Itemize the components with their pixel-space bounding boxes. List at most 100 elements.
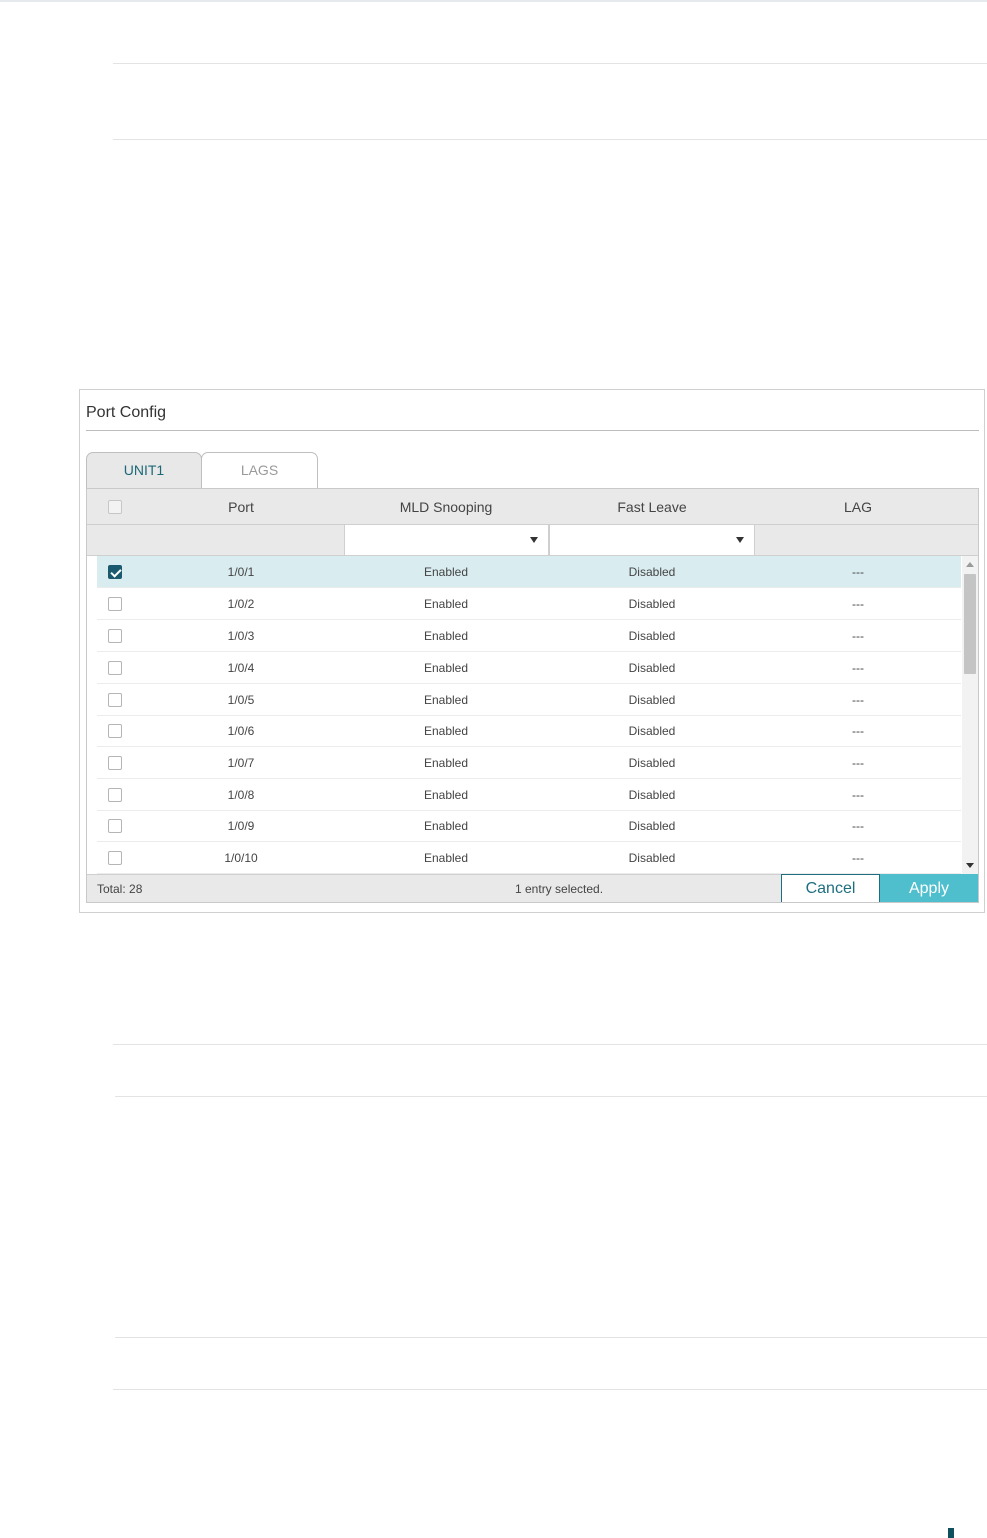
filter-row (87, 525, 978, 556)
select-all-checkbox-icon[interactable] (108, 499, 122, 514)
checkbox-icon[interactable] (108, 628, 122, 643)
row-checkbox-cell[interactable] (97, 556, 143, 587)
mld-snooping-cell: Enabled (423, 787, 469, 802)
checkbox-icon[interactable] (108, 596, 122, 611)
lag-cell: --- (852, 787, 864, 802)
mld-snooping-cell: Enabled (423, 818, 469, 833)
lag-cell: --- (852, 850, 864, 865)
port-cell: 1/0/10 (224, 850, 258, 865)
table-row[interactable]: 1/0/9 Enabled Disabled --- (97, 810, 961, 842)
top-divider (0, 0, 987, 2)
fast-leave-cell: Disabled (628, 564, 676, 579)
fast-leave-cell: Disabled (628, 755, 676, 770)
title-divider (86, 430, 979, 431)
divider-line (113, 1044, 987, 1045)
table-row[interactable]: 1/0/10 Enabled Disabled --- (97, 842, 961, 874)
lag-cell: --- (852, 755, 864, 770)
chevron-down-icon (530, 537, 538, 543)
column-header-mld-snooping: MLD Snooping (399, 498, 493, 515)
fast-leave-cell: Disabled (628, 596, 676, 611)
checkbox-icon[interactable] (108, 850, 122, 865)
table-row[interactable]: 1/0/4 Enabled Disabled --- (97, 652, 961, 684)
checkbox-icon[interactable] (108, 818, 122, 833)
scrollbar-thumb[interactable] (964, 574, 976, 674)
port-cell: 1/0/3 (227, 628, 255, 643)
fast-leave-cell: Disabled (628, 787, 676, 802)
tab-lags[interactable]: LAGS (201, 452, 318, 488)
port-cell: 1/0/4 (227, 660, 255, 675)
row-checkbox-cell[interactable] (97, 715, 143, 746)
mld-snooping-filter-select[interactable] (344, 525, 549, 555)
checkbox-icon[interactable] (108, 755, 122, 770)
divider-line (115, 1337, 987, 1338)
mld-snooping-cell: Enabled (423, 692, 469, 707)
fast-leave-cell: Disabled (628, 850, 676, 865)
divider-line (115, 1096, 987, 1097)
checkbox-checked-icon[interactable] (108, 564, 122, 579)
total-count: Total: 28 (97, 882, 143, 896)
port-cell: 1/0/5 (227, 692, 255, 707)
lag-cell: --- (852, 564, 864, 579)
port-cell: 1/0/1 (227, 564, 255, 579)
fast-leave-cell: Disabled (628, 723, 676, 738)
mld-snooping-cell: Enabled (423, 755, 469, 770)
table-scrollbar[interactable] (962, 556, 978, 874)
fast-leave-cell: Disabled (628, 660, 676, 675)
mld-snooping-cell: Enabled (423, 850, 469, 865)
checkbox-icon[interactable] (108, 787, 122, 802)
select-all-cell[interactable] (87, 489, 143, 524)
table-row[interactable]: 1/0/7 Enabled Disabled --- (97, 747, 961, 779)
fast-leave-cell: Disabled (628, 628, 676, 643)
checkbox-icon[interactable] (108, 723, 122, 738)
tab-unit1[interactable]: UNIT1 (86, 452, 202, 488)
divider-line (113, 63, 987, 64)
table-body: 1/0/1 Enabled Disabled --- 1/0/2 Enabled… (87, 556, 978, 874)
table-row[interactable]: 1/0/3 Enabled Disabled --- (97, 620, 961, 652)
port-table: Port MLD Snooping Fast Leave LAG 1/0/1 E… (86, 488, 979, 903)
cancel-button[interactable]: Cancel (781, 874, 880, 902)
port-config-panel: Port Config UNIT1 LAGS Port MLD Snooping… (79, 389, 985, 913)
divider-line (113, 1389, 987, 1390)
port-cell: 1/0/6 (227, 723, 255, 738)
mld-snooping-cell: Enabled (423, 564, 469, 579)
row-checkbox-cell[interactable] (97, 779, 143, 810)
fast-leave-cell: Disabled (628, 692, 676, 707)
table-row[interactable]: 1/0/8 Enabled Disabled --- (97, 779, 961, 811)
checkbox-icon[interactable] (108, 692, 122, 707)
divider-line (113, 139, 987, 140)
lag-cell: --- (852, 628, 864, 643)
fast-leave-cell: Disabled (628, 818, 676, 833)
row-checkbox-cell[interactable] (97, 620, 143, 651)
row-checkbox-cell[interactable] (97, 652, 143, 683)
panel-title: Port Config (86, 404, 167, 421)
column-header-port: Port (228, 498, 254, 515)
port-cell: 1/0/7 (227, 755, 255, 770)
table-header: Port MLD Snooping Fast Leave LAG (87, 489, 978, 525)
mld-snooping-cell: Enabled (423, 660, 469, 675)
fast-leave-filter-select[interactable] (549, 525, 755, 555)
apply-button[interactable]: Apply (880, 874, 978, 902)
arrow-up-icon[interactable] (966, 562, 974, 567)
row-checkbox-cell[interactable] (97, 810, 143, 841)
table-row[interactable]: 1/0/5 Enabled Disabled --- (97, 684, 961, 716)
table-row[interactable]: 1/0/2 Enabled Disabled --- (97, 588, 961, 620)
checkbox-icon[interactable] (108, 660, 122, 675)
table-row[interactable]: 1/0/1 Enabled Disabled --- (97, 556, 961, 588)
table-footer: Total: 28 1 entry selected. Cancel Apply (87, 874, 978, 902)
row-checkbox-cell[interactable] (97, 747, 143, 778)
selection-status: 1 entry selected. (515, 882, 604, 896)
port-cell: 1/0/8 (227, 787, 255, 802)
mld-snooping-cell: Enabled (423, 723, 469, 738)
port-cell: 1/0/9 (227, 818, 255, 833)
arrow-down-icon[interactable] (966, 863, 974, 868)
row-checkbox-cell[interactable] (97, 588, 143, 619)
table-row[interactable]: 1/0/6 Enabled Disabled --- (97, 715, 961, 747)
corner-marker (948, 1528, 954, 1538)
column-header-fast-leave: Fast Leave (617, 498, 687, 515)
row-checkbox-cell[interactable] (97, 684, 143, 715)
row-checkbox-cell[interactable] (97, 842, 143, 873)
lag-cell: --- (852, 660, 864, 675)
lag-cell: --- (852, 723, 864, 738)
chevron-down-icon (736, 537, 744, 543)
port-cell: 1/0/2 (227, 596, 255, 611)
